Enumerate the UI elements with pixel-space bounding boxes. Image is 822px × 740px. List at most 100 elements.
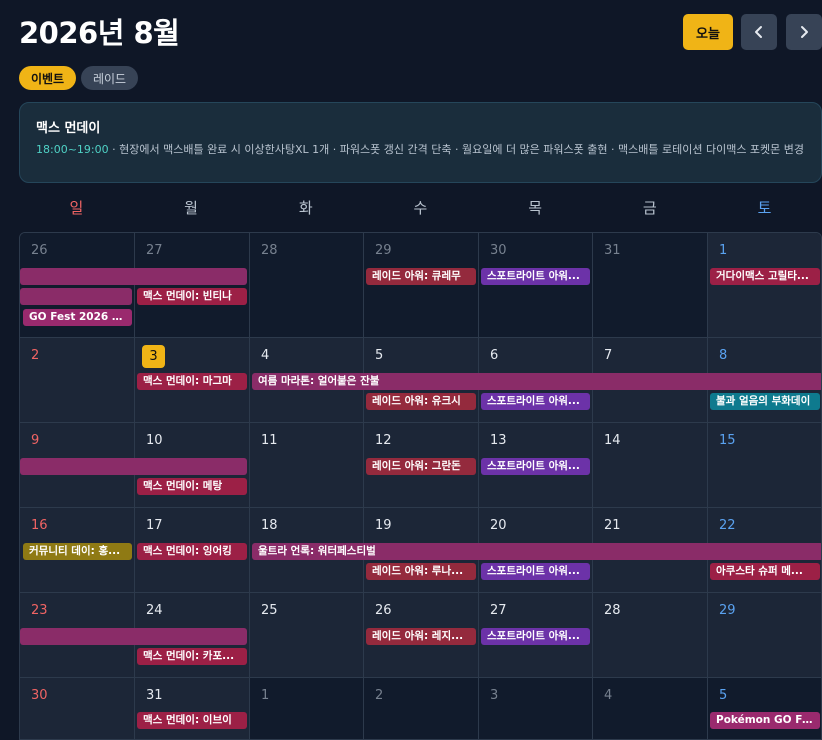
event-bar[interactable]: 불과 얼음의 부화데이 [710, 393, 820, 410]
weekday-sat: 토 [757, 199, 772, 217]
event-bar[interactable]: 맥스 먼데이: 잉어킹 [137, 543, 247, 560]
day-number: 28 [604, 603, 621, 618]
day-number: 5 [375, 348, 384, 363]
day-cell[interactable]: 30 [20, 678, 135, 739]
day-number: 4 [261, 348, 270, 363]
day-number: 23 [31, 603, 48, 618]
event-bar[interactable]: 울트라 언록: 워터페스티벌 [252, 543, 821, 560]
event-bar[interactable]: 여름 마라톤: 얼어붙은 잔불 [252, 373, 821, 390]
day-cell[interactable]: 1 [708, 233, 821, 338]
day-cell[interactable]: 28 [593, 593, 708, 678]
event-bar[interactable]: GO Fest 2026 글... [23, 309, 132, 326]
event-bar[interactable]: 레이드 아워: 그란돈 [366, 458, 476, 475]
day-number: 10 [146, 433, 163, 448]
chevron-right-icon [801, 26, 808, 38]
event-info-time: 18:00~19:00 [36, 143, 109, 156]
event-bar[interactable]: 맥스 먼데이: 빈티나 [137, 288, 247, 305]
day-number: 12 [375, 433, 392, 448]
day-cell[interactable]: 29 [364, 233, 479, 338]
day-cell[interactable]: 28 [250, 233, 364, 338]
day-number: 5 [719, 688, 728, 703]
day-number: 13 [490, 433, 507, 448]
filter-raids[interactable]: 레이드 [81, 66, 138, 90]
event-bar[interactable]: 레이드 아워: 큐레무 [366, 268, 476, 285]
day-number: 4 [604, 688, 613, 703]
day-number: 26 [375, 603, 392, 618]
day-cell[interactable]: 5 [708, 678, 821, 739]
event-bar[interactable]: 커뮤니티 데이: 홍... [23, 543, 132, 560]
day-number: 9 [31, 433, 40, 448]
day-cell[interactable]: 4 [593, 678, 708, 739]
day-cell[interactable]: 25 [250, 593, 364, 678]
day-number: 27 [146, 243, 163, 258]
event-bar[interactable]: 스포트라이트 아워... [481, 393, 590, 410]
day-cell[interactable]: 1 [250, 678, 364, 739]
weekday-mon: 월 [184, 199, 198, 217]
day-number: 17 [146, 518, 163, 533]
day-number: 8 [719, 348, 728, 363]
weekday-sun: 일 [69, 199, 84, 217]
event-bar[interactable]: 스포트라이트 아워... [481, 268, 590, 285]
event-info-text: · 현장에서 맥스배틀 완료 시 이상한사탕XL 1개 · 파워스폿 갱신 간격… [108, 143, 805, 156]
event-bar[interactable]: 맥스 먼데이: 이브이 [137, 712, 247, 729]
event-bar[interactable]: 맥스 먼데이: 메탕 [137, 478, 247, 495]
event-bar[interactable]: Pokémon GO Fes... [710, 712, 820, 729]
day-number: 2 [31, 348, 40, 363]
day-number: 27 [490, 603, 507, 618]
weekday-header: 일 월 화 수 목 금 토 [19, 196, 822, 222]
event-bar[interactable]: 레이드 아워: 루나... [366, 563, 476, 580]
day-number: 6 [490, 348, 499, 363]
day-cell[interactable]: 30 [479, 233, 593, 338]
day-number: 29 [719, 603, 736, 618]
day-number: 31 [604, 243, 621, 258]
day-cell[interactable]: 15 [708, 423, 821, 508]
day-cell[interactable]: 14 [593, 423, 708, 508]
day-cell[interactable]: 11 [250, 423, 364, 508]
prev-month-button[interactable] [741, 14, 777, 50]
event-bar-continuing[interactable] [20, 458, 247, 475]
day-number: 1 [719, 243, 728, 258]
day-number: 21 [604, 518, 621, 533]
day-number: 24 [146, 603, 163, 618]
weekday-fri: 금 [642, 199, 657, 217]
day-number: 20 [490, 518, 507, 533]
event-bar[interactable]: 아쿠스타 슈퍼 메... [710, 563, 820, 580]
event-bar-continuing[interactable] [20, 288, 132, 305]
day-cell[interactable]: 31 [593, 233, 708, 338]
event-bar[interactable]: 맥스 먼데이: 카포... [137, 648, 247, 665]
day-number: 16 [31, 518, 48, 533]
day-cell[interactable]: 2 [20, 338, 135, 423]
event-bar-continuing[interactable] [20, 268, 247, 285]
day-number: 2 [375, 688, 384, 703]
page-title: 2026년 8월 [19, 16, 180, 50]
day-number: 28 [261, 243, 278, 258]
day-cell[interactable]: 3 [479, 678, 593, 739]
event-bar[interactable]: 스포트라이트 아워... [481, 628, 590, 645]
day-number: 31 [146, 688, 163, 703]
day-number: 30 [31, 688, 48, 703]
weekday-thu: 목 [528, 199, 542, 217]
filter-events[interactable]: 이벤트 [19, 66, 76, 90]
event-bar[interactable]: 레이드 아워: 유크시 [366, 393, 476, 410]
event-bar[interactable]: 맥스 먼데이: 마그마 [137, 373, 247, 390]
day-number: 14 [604, 433, 621, 448]
event-info-title: 맥스 먼데이 [36, 121, 101, 136]
event-bar[interactable]: 스포트라이트 아워... [481, 458, 590, 475]
day-cell[interactable]: 31 [135, 678, 250, 739]
day-cell[interactable]: 27 [135, 233, 250, 338]
day-number: 29 [375, 243, 392, 258]
event-bar[interactable]: 레이드 아워: 레지... [366, 628, 476, 645]
day-number: 19 [375, 518, 392, 533]
day-number: 25 [261, 603, 278, 618]
next-month-button[interactable] [786, 14, 822, 50]
day-number: 26 [31, 243, 48, 258]
event-bar[interactable]: 스포트라이트 아워... [481, 563, 590, 580]
day-number: 18 [261, 518, 278, 533]
day-cell[interactable]: 2 [364, 678, 479, 739]
chevron-left-icon [755, 26, 762, 38]
day-cell[interactable]: 29 [708, 593, 821, 678]
today-button[interactable]: 오늘 [683, 14, 733, 50]
event-bar-continuing[interactable] [20, 628, 247, 645]
day-number: 11 [261, 433, 278, 448]
event-bar[interactable]: 거다이맥스 고릴타... [710, 268, 820, 285]
